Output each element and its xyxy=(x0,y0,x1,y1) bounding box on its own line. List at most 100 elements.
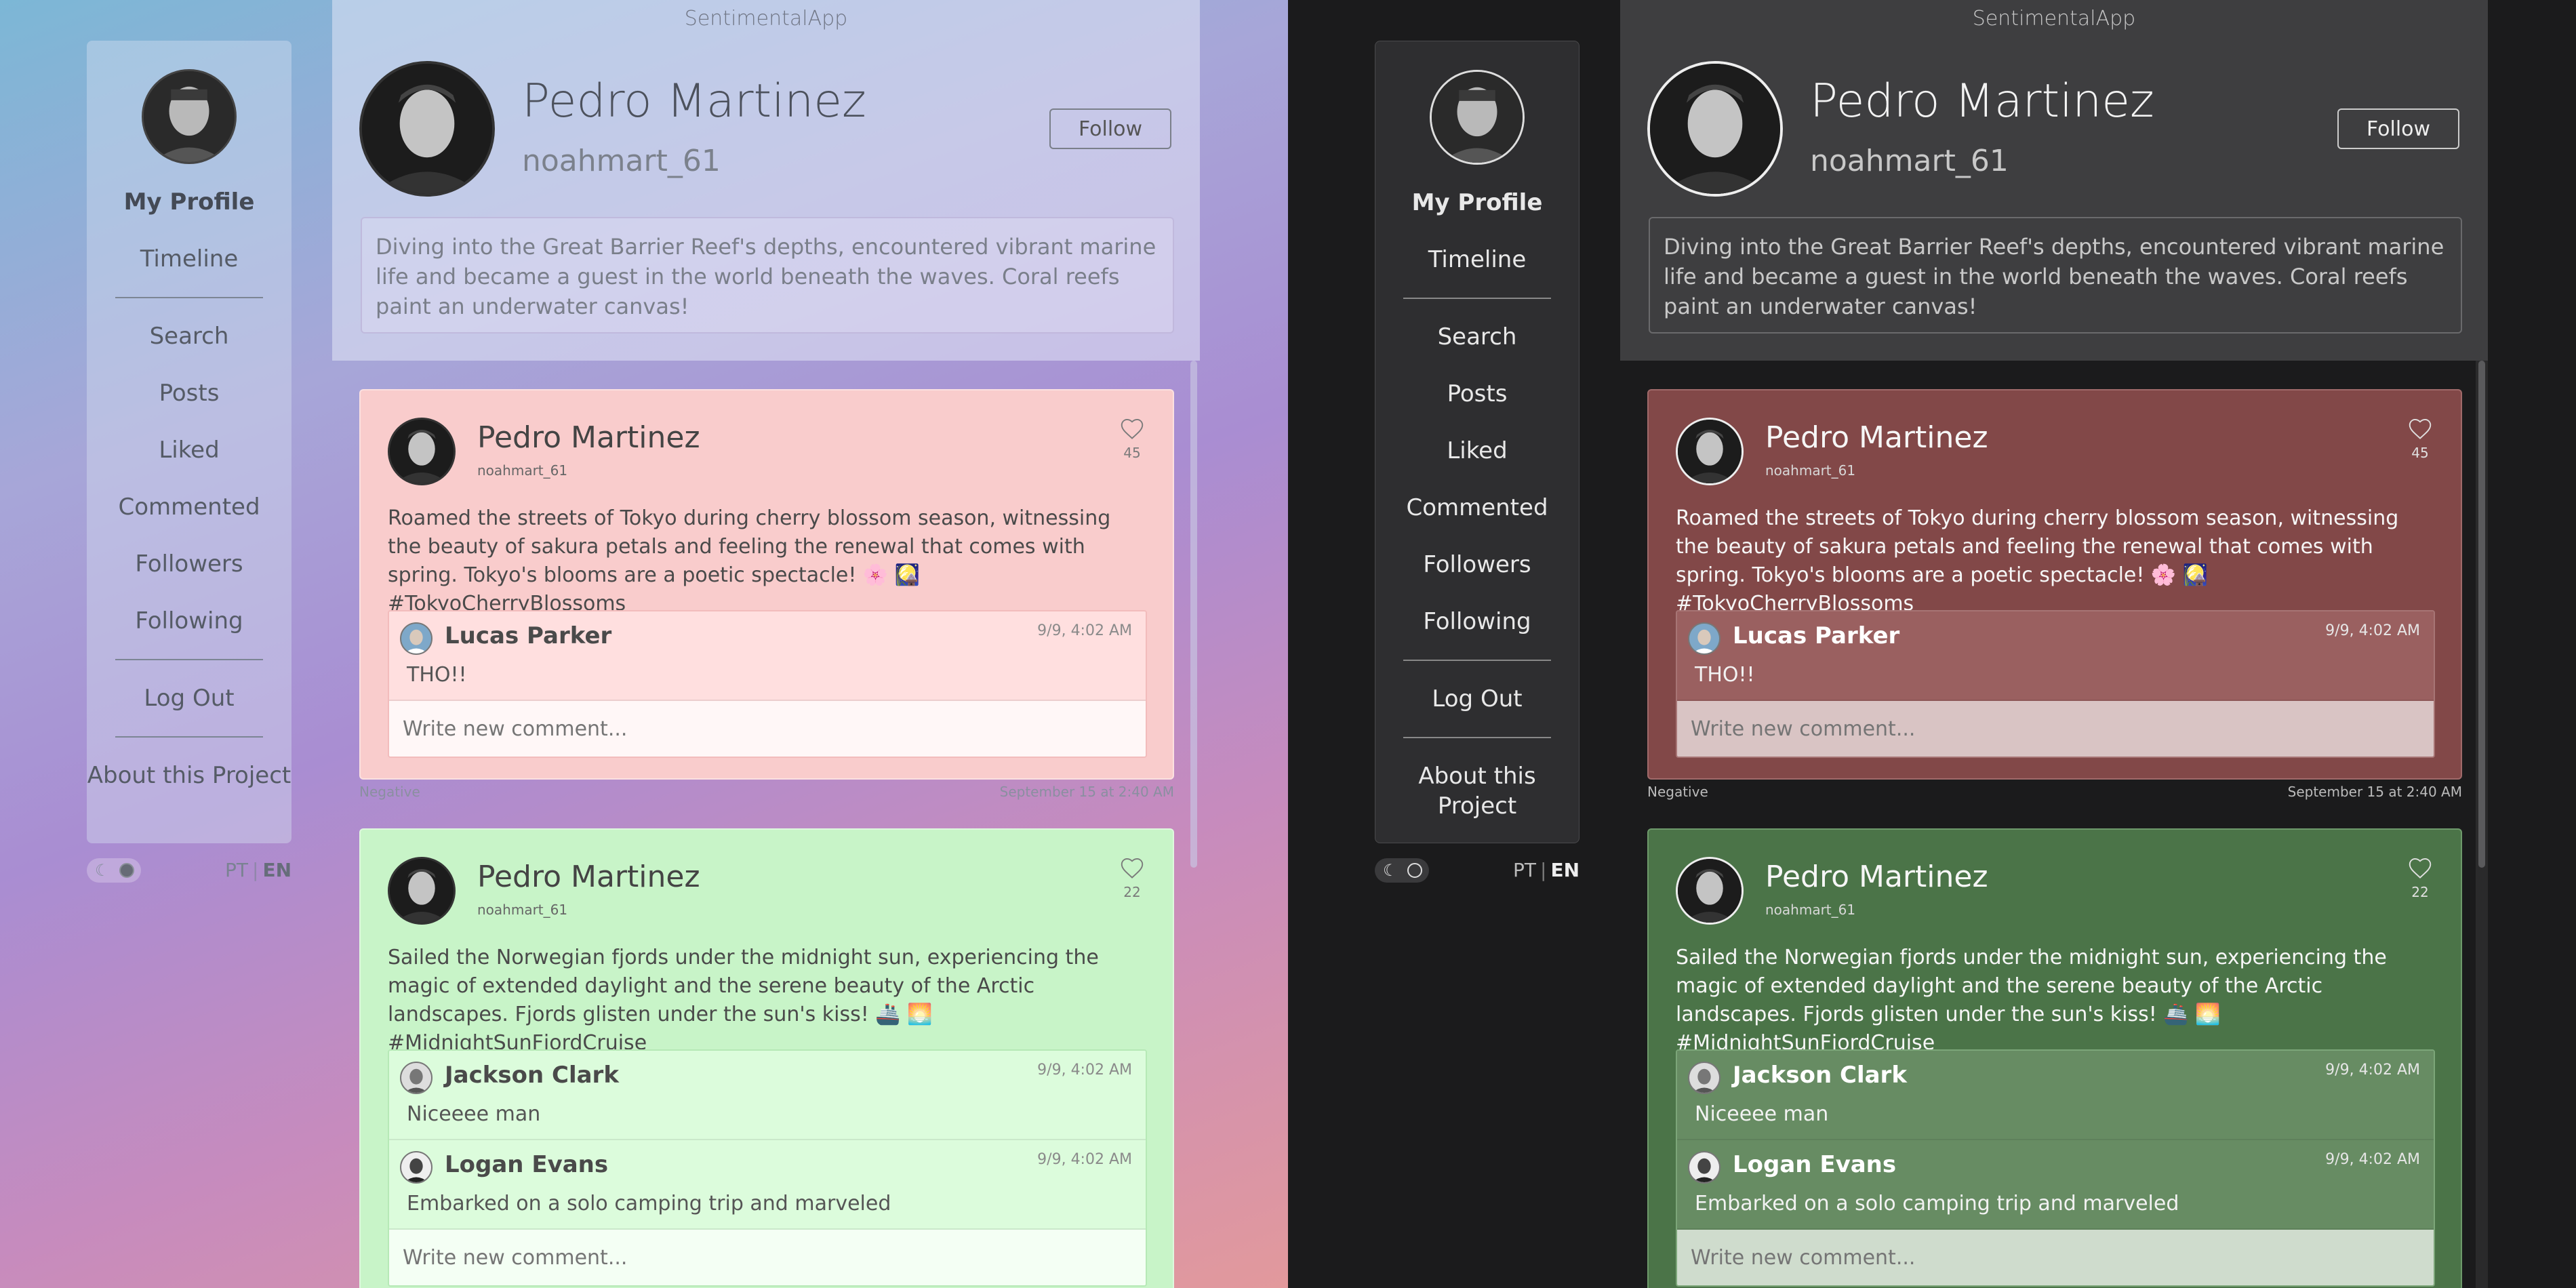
follow-button[interactable]: Follow xyxy=(1049,108,1171,149)
comment-text: Niceeee man xyxy=(407,1102,541,1126)
sidebar-item-timeline[interactable]: Timeline xyxy=(87,230,291,287)
sidebar-item-log-out[interactable]: Log Out xyxy=(87,670,291,727)
sidebar-item-liked[interactable]: Liked xyxy=(87,422,291,479)
comment-date: 9/9, 4:02 AM xyxy=(1037,622,1132,639)
comment-author-avatar[interactable] xyxy=(1688,1151,1720,1184)
light-theme-panel: My Profile Timeline Search Posts Liked C… xyxy=(0,0,1288,1288)
comment-date: 9/9, 4:02 AM xyxy=(1037,1151,1132,1168)
heart-icon xyxy=(1121,418,1144,439)
comment-author-avatar[interactable] xyxy=(1688,1062,1720,1094)
app-title: SentimentalApp xyxy=(1972,7,2136,31)
profile-bio: Diving into the Great Barrier Reef's dep… xyxy=(1649,217,2462,334)
comment-author-name[interactable]: Lucas Parker xyxy=(1733,622,1899,649)
divider xyxy=(115,659,263,660)
divider xyxy=(115,297,263,298)
profile-name: Pedro Martinez xyxy=(522,75,866,128)
post-author-handle: noahmart_61 xyxy=(477,902,568,918)
comment-date: 9/9, 4:02 AM xyxy=(2325,1062,2420,1079)
theme-toggle[interactable]: ☾ xyxy=(1375,858,1429,883)
comment-author-avatar[interactable] xyxy=(400,1062,432,1094)
sidebar-item-about[interactable]: About this Project xyxy=(1375,748,1579,821)
comment-author-avatar[interactable] xyxy=(1688,622,1720,655)
sidebar-item-commented[interactable]: Commented xyxy=(87,479,291,536)
sidebar-item-commented[interactable]: Commented xyxy=(1375,479,1579,536)
post-author-handle: noahmart_61 xyxy=(477,462,568,479)
new-comment-input[interactable] xyxy=(1677,1230,2434,1285)
divider xyxy=(115,736,263,738)
like-button[interactable]: 22 xyxy=(2407,857,2434,904)
language-pt[interactable]: PT xyxy=(225,859,248,881)
post-author-avatar[interactable] xyxy=(388,418,456,485)
avatar[interactable] xyxy=(1430,70,1525,165)
sidebar-item-liked[interactable]: Liked xyxy=(1375,422,1579,479)
main-content: SentimentalApp Pedro Martinez noahmart_6… xyxy=(1620,0,2488,1288)
sidebar-tools: ☾ PT | EN xyxy=(87,857,291,884)
sidebar-item-my-profile[interactable]: My Profile xyxy=(1375,174,1579,231)
like-button[interactable]: 45 xyxy=(2407,418,2434,465)
comment-author-name[interactable]: Jackson Clark xyxy=(1733,1062,1907,1089)
sidebar-item-search[interactable]: Search xyxy=(1375,308,1579,365)
sidebar-item-log-out[interactable]: Log Out xyxy=(1375,670,1579,727)
new-comment-input[interactable] xyxy=(389,1230,1146,1285)
sidebar-item-timeline[interactable]: Timeline xyxy=(1375,231,1579,288)
language-en[interactable]: EN xyxy=(1550,859,1579,881)
comment-item: Lucas Parker 9/9, 4:02 AM THO!! xyxy=(1677,611,2434,701)
comment-author-name[interactable]: Jackson Clark xyxy=(445,1062,619,1089)
theme-toggle[interactable]: ☾ xyxy=(87,858,141,883)
post-author-handle: noahmart_61 xyxy=(1765,902,1856,918)
sidebar-item-following[interactable]: Following xyxy=(1375,593,1579,650)
post-author-avatar[interactable] xyxy=(388,857,456,925)
language-switcher: PT | EN xyxy=(1513,858,1579,883)
scrollbar[interactable] xyxy=(1190,361,1197,868)
post-author-name[interactable]: Pedro Martinez xyxy=(1765,420,1988,455)
post-author-name[interactable]: Pedro Martinez xyxy=(477,420,700,455)
sidebar-item-posts[interactable]: Posts xyxy=(1375,365,1579,422)
profile-avatar xyxy=(359,61,495,197)
profile-avatar xyxy=(1647,61,1783,197)
sidebar-item-following[interactable]: Following xyxy=(87,592,291,649)
scrollbar[interactable] xyxy=(2478,361,2485,868)
sidebar-item-search[interactable]: Search xyxy=(87,308,291,365)
divider xyxy=(1403,298,1551,299)
comment-author-name[interactable]: Lucas Parker xyxy=(445,622,611,649)
avatar[interactable] xyxy=(142,69,237,164)
profile-header: SentimentalApp Pedro Martinez noahmart_6… xyxy=(1620,0,2488,361)
sidebar-item-about[interactable]: About this Project xyxy=(87,747,291,790)
post-text: Roamed the streets of Tokyo during cherr… xyxy=(388,506,1111,616)
main-content: SentimentalApp Pedro Martinez noahmart_6… xyxy=(332,0,1200,1288)
language-pt[interactable]: PT xyxy=(1513,859,1536,881)
post-author-name[interactable]: Pedro Martinez xyxy=(477,860,700,894)
language-en[interactable]: EN xyxy=(262,859,291,881)
post-author-avatar[interactable] xyxy=(1676,857,1744,925)
new-comment-input[interactable] xyxy=(1677,701,2434,757)
comment-author-name[interactable]: Logan Evans xyxy=(1733,1151,1896,1178)
comment-item: Logan Evans 9/9, 4:02 AM Embarked on a s… xyxy=(389,1140,1146,1230)
post-author-name[interactable]: Pedro Martinez xyxy=(1765,860,1988,894)
sidebar-item-my-profile[interactable]: My Profile xyxy=(87,174,291,230)
post-author-avatar[interactable] xyxy=(1676,418,1744,485)
like-count: 22 xyxy=(1123,884,1141,900)
post-timestamp: September 15 at 2:40 AM xyxy=(2287,784,2462,800)
profile-bio: Diving into the Great Barrier Reef's dep… xyxy=(361,217,1174,334)
comments-section: Jackson Clark 9/9, 4:02 AM Niceeee man L… xyxy=(1676,1049,2435,1287)
comment-date: 9/9, 4:02 AM xyxy=(2325,1151,2420,1168)
comment-author-avatar[interactable] xyxy=(400,1151,432,1184)
follow-button[interactable]: Follow xyxy=(2337,108,2459,149)
profile-header: SentimentalApp Pedro Martinez noahmart_6… xyxy=(332,0,1200,361)
moon-icon: ☾ xyxy=(95,861,110,880)
comment-item: Logan Evans 9/9, 4:02 AM Embarked on a s… xyxy=(1677,1140,2434,1230)
like-button[interactable]: 22 xyxy=(1119,857,1146,904)
new-comment-input[interactable] xyxy=(389,701,1146,757)
sidebar-item-followers[interactable]: Followers xyxy=(1375,536,1579,593)
heart-icon xyxy=(2409,858,2432,879)
comment-author-avatar[interactable] xyxy=(400,622,432,655)
post-card: Pedro Martinez noahmart_61 22 Sailed the… xyxy=(359,828,1174,1288)
heart-icon xyxy=(1121,858,1144,879)
comments-section: Jackson Clark 9/9, 4:02 AM Niceeee man L… xyxy=(388,1049,1147,1287)
comment-author-name[interactable]: Logan Evans xyxy=(445,1151,608,1178)
sentiment-label: Negative xyxy=(1647,784,1708,800)
sidebar-item-posts[interactable]: Posts xyxy=(87,365,291,422)
like-count: 22 xyxy=(2411,884,2429,900)
like-button[interactable]: 45 xyxy=(1119,418,1146,465)
sidebar-item-followers[interactable]: Followers xyxy=(87,536,291,592)
